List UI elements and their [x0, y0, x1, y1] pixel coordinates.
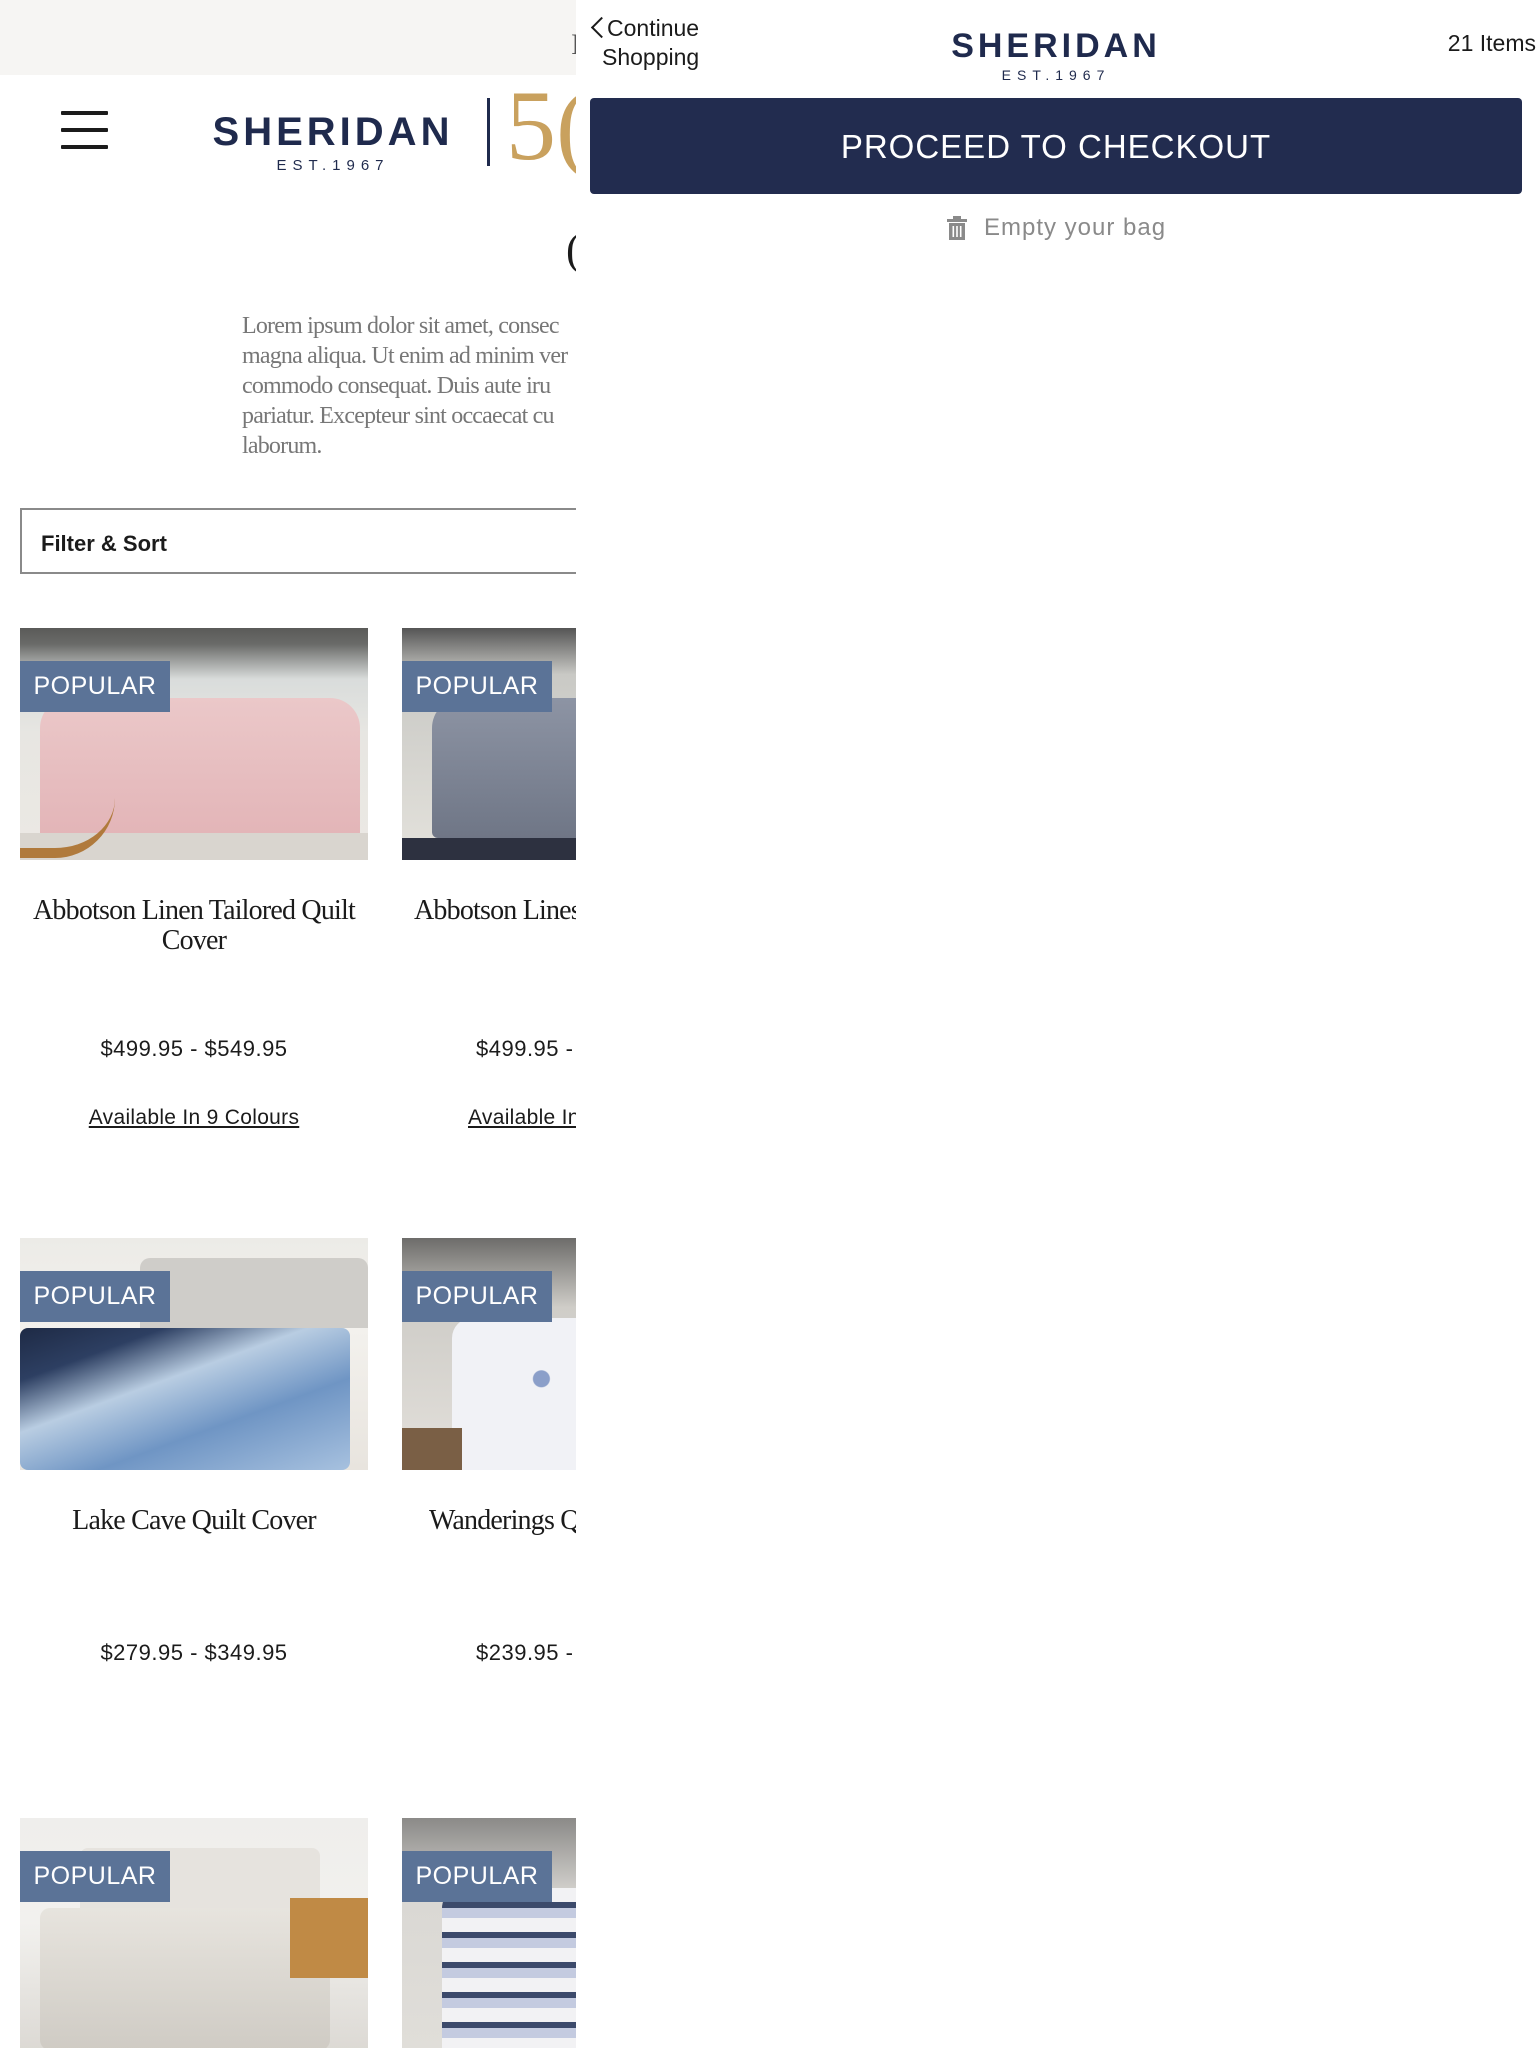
- popular-badge: POPULAR: [20, 1271, 170, 1322]
- product-card[interactable]: POPULAR: [20, 1818, 368, 2048]
- product-name-text: Abbotson Lines Co: [414, 895, 576, 926]
- logo-divider: [487, 98, 490, 166]
- drawer-logo[interactable]: SHERIDAN EST.1967: [926, 29, 1186, 82]
- continue-shopping-line: Shopping: [602, 44, 700, 70]
- page-title: (: [566, 224, 576, 275]
- product-image[interactable]: POPULAR: [402, 628, 576, 860]
- product-card[interactable]: POPULAR Lake Cave Quilt Cover $279.95 - …: [20, 1238, 368, 1665]
- product-image[interactable]: POPULAR: [20, 1818, 368, 2048]
- anniversary-logo: 5(: [506, 70, 576, 181]
- hamburger-menu-icon[interactable]: [61, 109, 108, 151]
- product-price: $499.95 -: [476, 1036, 574, 1061]
- product-card[interactable]: POPULAR: [402, 1818, 576, 2048]
- product-image[interactable]: POPULAR: [402, 1238, 576, 1470]
- logo-wordmark: SHERIDAN: [951, 27, 1161, 65]
- logo-est: EST.1967: [1001, 67, 1111, 83]
- product-price: $499.95 - $549.95: [100, 1036, 288, 1061]
- product-price: $279.95 - $349.95: [100, 1640, 288, 1665]
- description-line: laborum.: [242, 433, 322, 459]
- popular-badge: POPULAR: [20, 1851, 170, 1902]
- category-description: Lorem ipsum dolor sit amet, consec magna…: [242, 311, 576, 461]
- continue-shopping-button[interactable]: Continue Shopping: [590, 14, 720, 74]
- product-name[interactable]: Lake Cave Quilt Cover: [20, 1506, 368, 1536]
- empty-bag-label: Empty your bag: [984, 214, 1167, 241]
- product-name[interactable]: Abbotson Linen Tailored Quilt Cover: [20, 896, 368, 956]
- product-name[interactable]: Wanderings Q: [429, 1506, 576, 1536]
- filter-sort-label: Filter & Sort: [41, 531, 167, 556]
- product-image[interactable]: POPULAR: [402, 1818, 576, 2048]
- popular-badge: POPULAR: [402, 1271, 552, 1322]
- description-line: pariatur. Excepteur sint occaecat cu: [242, 403, 555, 429]
- description-line: commodo consequat. Duis aute iru: [242, 373, 551, 399]
- product-image[interactable]: POPULAR: [20, 628, 368, 860]
- cart-items-count: 21 Items: [1447, 30, 1536, 56]
- product-card[interactable]: POPULAR Abbotson Lines Co $499.95 - Avai…: [402, 628, 576, 1129]
- popular-badge: POPULAR: [20, 661, 170, 712]
- popular-badge: POPULAR: [402, 1851, 552, 1902]
- logo-wordmark: SHERIDAN: [212, 110, 454, 154]
- popular-badge: POPULAR: [402, 661, 552, 712]
- product-listing-page: I SHERIDAN EST.1967 5( ( Lorem ipsum dol…: [0, 0, 576, 2048]
- logo-est: EST.1967: [276, 157, 390, 174]
- description-line: Lorem ipsum dolor sit amet, consec: [242, 313, 560, 339]
- continue-shopping-line: Continue: [607, 15, 700, 41]
- available-colours-link[interactable]: Available In: [468, 1106, 576, 1130]
- product-image[interactable]: POPULAR: [20, 1238, 368, 1470]
- proceed-to-checkout-button[interactable]: PROCEED TO CHECKOUT: [590, 98, 1522, 194]
- product-price: $239.95 -: [476, 1640, 574, 1665]
- filter-sort-button[interactable]: Filter & Sort: [20, 508, 576, 574]
- product-card[interactable]: POPULAR Wanderings Q $239.95 -: [402, 1238, 576, 1665]
- description-line: magna aliqua. Ut enim ad minim ver: [242, 343, 568, 369]
- product-card[interactable]: POPULAR Abbotson Linen Tailored Quilt Co…: [20, 628, 368, 1129]
- available-colours-link[interactable]: Available In 9 Colours: [20, 1106, 368, 1130]
- site-logo[interactable]: SHERIDAN EST.1967: [198, 112, 468, 173]
- trash-icon: [947, 216, 967, 240]
- product-name[interactable]: Abbotson Lines Co: [414, 896, 576, 926]
- cart-drawer: Continue Shopping SHERIDAN EST.1967 21 I…: [576, 0, 1536, 2048]
- promo-bar[interactable]: I: [0, 0, 576, 75]
